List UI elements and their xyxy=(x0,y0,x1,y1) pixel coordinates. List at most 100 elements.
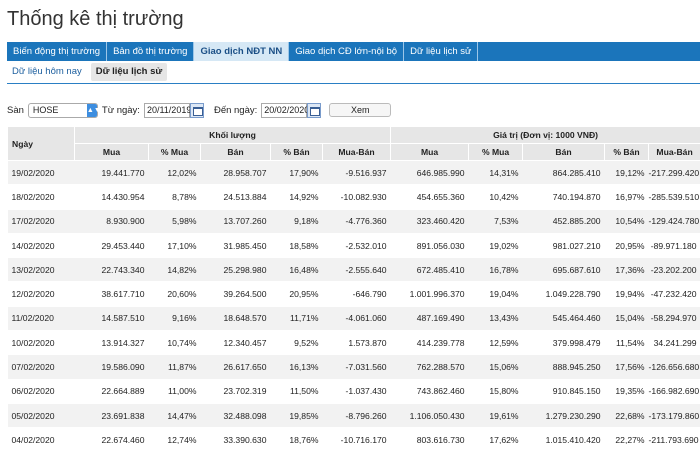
from-date-input[interactable]: 20/11/2019 xyxy=(143,102,191,118)
table-cell: -89.971.180 xyxy=(648,233,700,259)
column-header[interactable]: Bán xyxy=(200,143,271,161)
tab-market-movement[interactable]: Biến động thị trường xyxy=(7,42,108,61)
calendar-icon[interactable] xyxy=(307,102,322,118)
sub-tab-bar: Dữ liệu hôm nay Dữ liệu lịch sử xyxy=(7,63,171,83)
column-header[interactable]: Mua-Bán xyxy=(648,143,700,161)
column-header[interactable]: Bán xyxy=(522,143,606,161)
table-cell: 16,48% xyxy=(270,257,323,283)
header-sub-row: Mua % Mua Bán % Bán Mua-Bán Mua % Mua Bá… xyxy=(8,143,700,161)
table-cell: 646.985.990 xyxy=(390,160,469,186)
table-cell: 16,78% xyxy=(468,257,523,283)
table-cell: 14.430.954 xyxy=(74,184,149,210)
table-cell: 803.616.730 xyxy=(390,427,469,449)
column-header[interactable]: % Mua xyxy=(148,143,201,161)
table-cell: 29.453.440 xyxy=(74,233,149,259)
table-cell-date: 10/02/2020 xyxy=(7,330,75,356)
table-cell: 1.049.228.790 xyxy=(522,281,605,307)
header-group-row: Ngày Khối lượng Giá trị (Đơn vị: 1000 VN… xyxy=(7,126,700,161)
table-cell: 16,97% xyxy=(604,184,649,210)
table-cell: 15,06% xyxy=(468,354,523,380)
table-cell: 910.845.150 xyxy=(522,379,605,404)
column-header[interactable]: Mua xyxy=(390,143,470,161)
table-cell: 22.674.460 xyxy=(74,427,149,449)
table-cell: 762.288.570 xyxy=(390,354,469,380)
table-cell: 19.441.770 xyxy=(74,160,149,186)
table-cell: 18.648.570 xyxy=(200,306,271,332)
table-row: 04/02/2020 22.674.460 12,74% 33.390.630 18,7… xyxy=(7,427,700,449)
table-cell: 14,31% xyxy=(468,160,523,186)
table-row: 10/02/2020 13.914.327 10,74% 12.340.457 9,52… xyxy=(7,330,700,356)
table-cell-date: 17/02/2020 xyxy=(7,209,75,234)
table-cell: 891.056.030 xyxy=(390,233,469,259)
table-cell: 17,36% xyxy=(604,257,649,283)
table-cell-date: 07/02/2020 xyxy=(7,354,75,380)
column-header[interactable]: % Mua xyxy=(468,143,524,161)
exchange-label: Sàn xyxy=(7,104,24,116)
view-button[interactable]: Xem xyxy=(329,103,392,117)
column-header[interactable]: % Bán xyxy=(270,143,323,161)
table-cell: 1.015.410.420 xyxy=(522,427,605,449)
table-cell: 22,27% xyxy=(604,427,649,449)
table-cell: 23.702.319 xyxy=(200,379,271,404)
table-cell: 13,43% xyxy=(468,306,523,332)
table-cell: 8,78% xyxy=(148,184,201,210)
table-cell: 25.298.980 xyxy=(200,257,271,283)
subtab-today-data[interactable]: Dữ liệu hôm nay xyxy=(7,63,87,81)
tab-historical-data[interactable]: Dữ liệu lịch sử xyxy=(404,42,479,61)
table-cell: 22.664.889 xyxy=(74,379,149,404)
table-cell: 12,74% xyxy=(148,427,201,449)
table-cell: -126.656.680 xyxy=(648,354,700,380)
date-column-header[interactable]: Ngày xyxy=(7,126,75,161)
table-row: 19/02/2020 19.441.770 12,02% 28.958.707 17,9… xyxy=(7,160,700,186)
to-date-input[interactable]: 20/02/2020 xyxy=(261,102,309,118)
table-cell: -1.037.430 xyxy=(322,379,391,404)
table-cell: 18,58% xyxy=(270,233,323,259)
table-cell: -4.776.360 xyxy=(322,209,391,234)
table-cell: 28.958.707 xyxy=(200,160,271,186)
table-cell: 864.285.410 xyxy=(522,160,605,186)
table-cell: 19,35% xyxy=(604,379,649,404)
column-header[interactable]: Mua xyxy=(74,143,149,161)
column-header[interactable]: % Bán xyxy=(604,143,650,161)
table-cell: 19,61% xyxy=(468,403,523,429)
table-cell: -166.982.690 xyxy=(648,379,700,404)
table-cell: -58.294.970 xyxy=(648,306,700,332)
table-cell: 1.106.050.430 xyxy=(390,403,469,429)
table-cell: 20,60% xyxy=(148,281,201,307)
table-cell: -211.793.690 xyxy=(648,427,700,449)
table-cell-date: 12/02/2020 xyxy=(7,281,75,307)
calendar-icon[interactable] xyxy=(189,102,204,118)
tab-market-map[interactable]: Bản đồ thị trường xyxy=(107,42,195,61)
tab-major-insider-trading[interactable]: Giao dịch CĐ lớn-nội bộ xyxy=(289,42,405,61)
value-group-header: Giá trị (Đơn vị: 1000 VNĐ) xyxy=(390,126,700,144)
exchange-select[interactable]: HOSE ▲▼ xyxy=(27,102,101,118)
table-cell: -285.539.510 xyxy=(648,184,700,210)
subtab-divider xyxy=(7,83,700,84)
table-cell: 414.239.778 xyxy=(390,330,469,356)
table-cell: -10.082.930 xyxy=(322,184,391,210)
table-cell: -23.202.200 xyxy=(648,257,700,283)
table-cell-date: 14/02/2020 xyxy=(7,233,75,259)
table-cell: 12,02% xyxy=(148,160,201,186)
table-row: 18/02/2020 14.430.954 8,78% 24.513.884 14,92… xyxy=(7,184,700,210)
table-cell: 14,92% xyxy=(270,184,323,210)
table-body: 19/02/2020 19.441.770 12,02% 28.958.707 17,9… xyxy=(7,160,700,449)
table-cell: 20,95% xyxy=(604,233,649,259)
column-header[interactable]: Mua-Bán xyxy=(321,143,392,161)
page-title: Thống kê thị trường xyxy=(7,8,184,30)
table-row: 07/02/2020 19.586.090 11,87% 26.617.650 16,1… xyxy=(7,354,700,380)
table-cell: 12.340.457 xyxy=(200,330,271,356)
table-cell: -646.790 xyxy=(322,281,391,307)
table-cell-date: 18/02/2020 xyxy=(7,184,75,210)
table-cell: 743.862.460 xyxy=(390,379,469,404)
table-cell: 15,04% xyxy=(604,306,649,332)
table-cell: 9,52% xyxy=(270,330,323,356)
table-cell: -4.061.060 xyxy=(322,306,391,332)
table-row: 06/02/2020 22.664.889 11,00% 23.702.319 11,5… xyxy=(7,379,700,404)
main-tab-bar: Biến động thị trường Bản đồ thị trường G… xyxy=(7,42,700,61)
tab-foreign-investor-trading[interactable]: Giao dịch NĐT NN xyxy=(194,42,290,61)
table-cell-date: 06/02/2020 xyxy=(7,379,75,404)
table-cell: 981.027.210 xyxy=(522,233,605,259)
table-cell: 10,42% xyxy=(468,184,523,210)
subtab-historical-data[interactable]: Dữ liệu lịch sử xyxy=(90,63,168,81)
